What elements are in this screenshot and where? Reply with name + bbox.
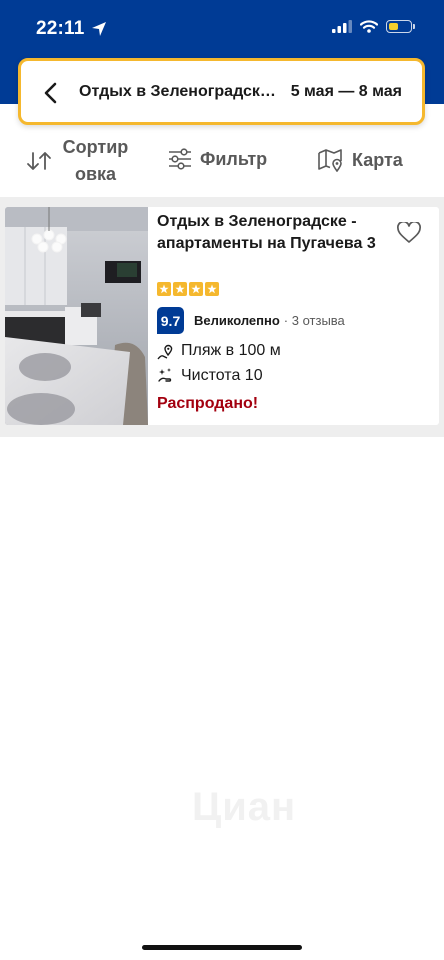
review-score-row: 9.7 Великолепно · 3 отзыва	[157, 307, 345, 334]
status-icons	[332, 20, 415, 33]
review-score-word: Великолепно	[194, 313, 280, 328]
watermark-logo: Циан	[192, 785, 297, 829]
property-photo[interactable]	[5, 207, 148, 425]
star-rating	[157, 282, 219, 296]
wifi-icon	[360, 20, 378, 33]
feature-beach: Пляж в 100 м	[157, 342, 281, 360]
filter-button[interactable]: Фильтр	[168, 148, 267, 170]
feature-cleanliness: Чистота 10	[157, 367, 263, 385]
search-destination[interactable]: Отдых в Зеленоградск…	[79, 83, 279, 101]
battery-icon	[386, 20, 415, 33]
review-count: · 3 отзыва	[283, 313, 345, 328]
map-pin-icon	[318, 149, 342, 172]
filter-label: Фильтр	[200, 148, 268, 169]
home-indicator[interactable]	[142, 945, 302, 950]
map-button[interactable]: Карта	[318, 148, 403, 172]
availability-status: Распродано!	[157, 395, 259, 412]
feature-beach-text: Пляж в 100 м	[181, 342, 281, 359]
sort-label: Сортир овка	[62, 137, 129, 184]
status-time: 22:11	[36, 18, 85, 39]
sparkle-hand-icon	[158, 368, 172, 382]
star-icon	[205, 282, 219, 296]
sort-button[interactable]: Сортир овка	[26, 134, 133, 188]
map-label: Карта	[352, 149, 403, 170]
star-icon	[157, 282, 171, 296]
beach-pin-icon	[157, 344, 173, 360]
results-toolbar: Сортир овка Фильтр Карта	[0, 130, 444, 192]
star-icon	[189, 282, 203, 296]
property-card[interactable]: Отдых в Зеленоградске - апартаменты на П…	[5, 207, 439, 425]
property-name[interactable]: Отдых в Зеленоградске - апартаменты на П…	[157, 211, 387, 255]
review-score-badge: 9.7	[157, 307, 184, 334]
location-arrow-icon	[92, 22, 106, 36]
back-arrow-icon[interactable]	[41, 81, 61, 105]
search-summary[interactable]: Отдых в Зеленоградск… 5 мая — 8 мая	[18, 58, 425, 125]
search-dates[interactable]: 5 мая — 8 мая	[291, 83, 402, 101]
sort-arrows-icon	[27, 152, 51, 170]
filter-sliders-icon	[169, 148, 191, 170]
feature-cleanliness-text: Чистота 10	[181, 367, 263, 384]
signal-icon	[332, 20, 352, 33]
star-icon	[173, 282, 187, 296]
heart-icon[interactable]	[397, 222, 421, 244]
